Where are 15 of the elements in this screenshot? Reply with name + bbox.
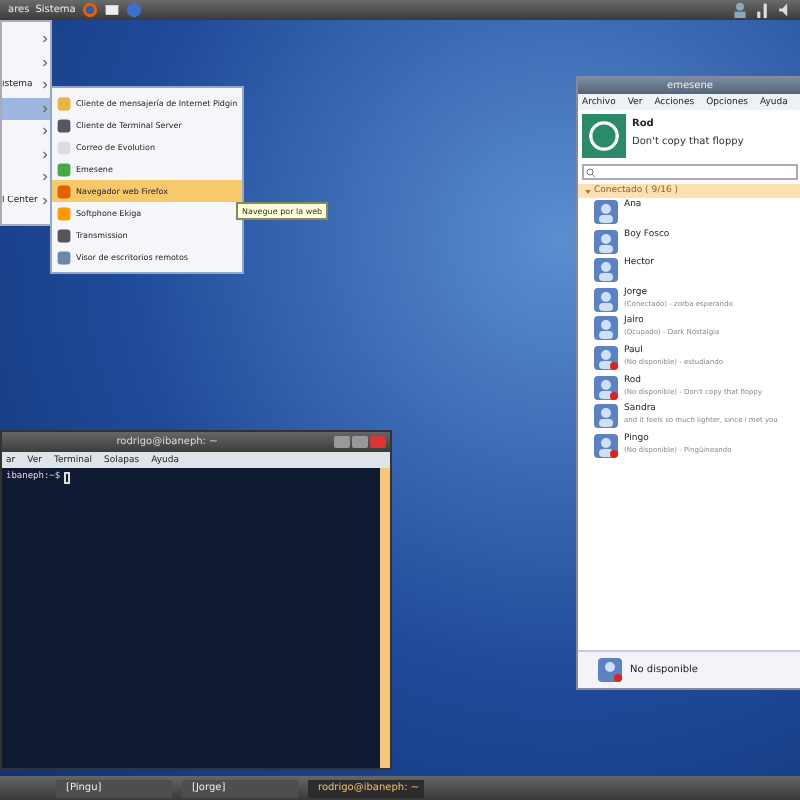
search-icon bbox=[586, 167, 596, 177]
menu-item[interactable] bbox=[2, 97, 50, 120]
user-icon[interactable] bbox=[732, 2, 748, 18]
mail-icon[interactable] bbox=[103, 2, 120, 18]
maximize-button[interactable] bbox=[352, 436, 369, 448]
profile-picture[interactable] bbox=[582, 114, 626, 158]
search-field[interactable] bbox=[582, 164, 798, 180]
signal-icon[interactable] bbox=[754, 2, 770, 18]
cursor bbox=[64, 472, 71, 484]
minimize-button[interactable] bbox=[334, 436, 351, 448]
close-button[interactable] bbox=[370, 436, 387, 448]
scrollbar[interactable] bbox=[380, 468, 390, 768]
avatar-icon bbox=[598, 658, 622, 682]
expander-icon[interactable] bbox=[584, 187, 592, 195]
volume-icon[interactable] bbox=[776, 2, 792, 18]
